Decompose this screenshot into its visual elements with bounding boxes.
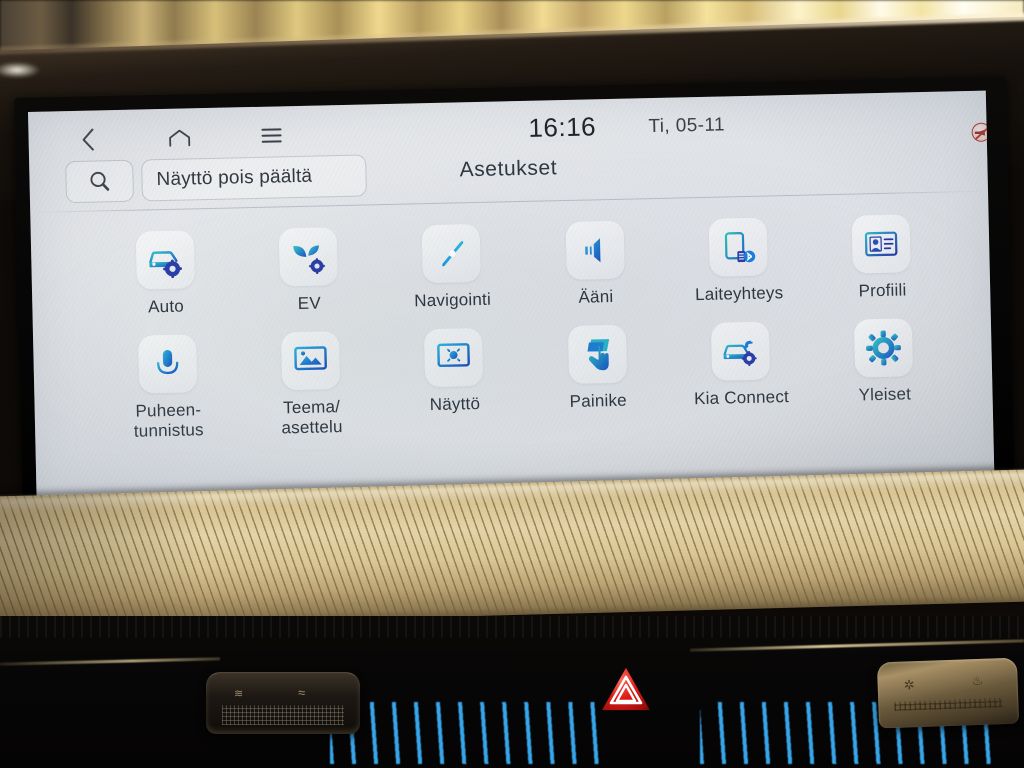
settings-grid: Auto EV Navigointi Ääni Laiteyhteys Prof… bbox=[93, 209, 958, 442]
tile-background bbox=[278, 227, 338, 287]
settings-item-auto[interactable]: Auto bbox=[93, 225, 238, 318]
chevron-left-icon bbox=[82, 128, 94, 151]
tile-background bbox=[567, 324, 627, 385]
settings-item-label: Kia Connect bbox=[693, 387, 790, 409]
home-button[interactable] bbox=[162, 122, 197, 153]
settings-item-ev[interactable]: EV bbox=[236, 222, 381, 315]
settings-item-device-connection[interactable]: Laiteyhteys bbox=[666, 213, 811, 306]
settings-item-label: Navigointi bbox=[414, 289, 492, 311]
tile-background bbox=[421, 223, 482, 284]
speaker-sound-icon bbox=[584, 238, 601, 263]
speaker-icon-left: ≋ bbox=[234, 688, 244, 700]
trim-shadow bbox=[0, 491, 204, 630]
leaf-settings-icon bbox=[293, 245, 325, 274]
ambient-light-left bbox=[330, 702, 600, 764]
settings-item-button[interactable]: Painike bbox=[525, 320, 671, 433]
settings-item-display[interactable]: Näyttö bbox=[382, 323, 528, 436]
glare-reflection bbox=[0, 62, 40, 78]
settings-item-voice-recognition[interactable]: Puheen- tunnistus bbox=[95, 329, 241, 442]
settings-item-label: Ääni bbox=[578, 286, 614, 307]
console-vent-grille bbox=[0, 616, 1024, 638]
settings-item-label: Laiteyhteys bbox=[694, 283, 784, 305]
tile-background bbox=[708, 217, 768, 277]
car-settings-icon bbox=[148, 251, 182, 279]
settings-item-label: EV bbox=[297, 293, 322, 314]
seat-heater-icon-right: ♨ bbox=[971, 672, 984, 689]
settings-item-label: Teema/ asettelu bbox=[281, 397, 343, 438]
settings-item-label: Profiili bbox=[858, 280, 907, 301]
settings-item-navigation[interactable]: Navigointi bbox=[379, 219, 524, 312]
infotainment-photo: 16:16 Ti, 05-11 Näyttö pois päältä Asetu… bbox=[0, 0, 1024, 768]
settings-item-label: Yleiset bbox=[858, 384, 912, 405]
settings-item-label: Auto bbox=[147, 296, 185, 317]
tile-background bbox=[710, 321, 771, 381]
speaker-grille-module: ≋ ≈ bbox=[206, 672, 360, 734]
tile-background bbox=[135, 230, 195, 290]
menu-button[interactable] bbox=[254, 120, 289, 151]
hand-touch-button-icon bbox=[587, 339, 609, 371]
tile-background bbox=[565, 220, 625, 281]
id-card-profile-icon bbox=[865, 231, 898, 257]
tile-background bbox=[851, 214, 912, 274]
monitor-brightness-icon bbox=[437, 343, 471, 373]
date-label: Ti, 05-11 bbox=[648, 114, 726, 138]
speaker-icon-right: ≈ bbox=[298, 685, 306, 700]
settings-item-kia-connect[interactable]: Kia Connect bbox=[668, 317, 814, 430]
settings-item-profile[interactable]: Profiili bbox=[809, 209, 954, 302]
tile-background bbox=[854, 318, 914, 378]
tile-background bbox=[280, 331, 341, 391]
gear-icon bbox=[866, 330, 902, 366]
monitor-image-icon bbox=[294, 346, 327, 377]
settings-item-sound[interactable]: Ääni bbox=[522, 216, 667, 309]
settings-item-label: Painike bbox=[569, 390, 628, 412]
settings-item-label: Puheen- tunnistus bbox=[133, 400, 204, 441]
speaker-perforation bbox=[222, 705, 344, 725]
microphone-icon bbox=[156, 349, 178, 381]
panel-perforation bbox=[894, 698, 1003, 711]
hamburger-menu-icon bbox=[261, 128, 282, 143]
phone-bluetooth-icon bbox=[724, 232, 756, 263]
seat-controls-panel[interactable]: ✲ ♨ bbox=[876, 657, 1020, 729]
settings-item-label: Näyttö bbox=[429, 394, 481, 415]
compass-navigation-icon bbox=[442, 241, 464, 267]
hazard-triangle-icon bbox=[600, 666, 652, 714]
seat-heater-icon-left: ✲ bbox=[903, 677, 915, 693]
settings-item-general[interactable]: Yleiset bbox=[811, 313, 957, 426]
tile-background bbox=[424, 327, 484, 388]
clock: 16:16 bbox=[528, 111, 597, 143]
settings-item-theme-layout[interactable]: Teema/ asettelu bbox=[238, 326, 384, 439]
infotainment-screen[interactable]: 16:16 Ti, 05-11 Näyttö pois päältä Asetu… bbox=[28, 90, 995, 497]
home-icon bbox=[169, 129, 191, 147]
tile-background bbox=[137, 334, 197, 394]
back-button[interactable] bbox=[70, 124, 105, 155]
car-connected-icon bbox=[723, 340, 757, 366]
navigation-buttons bbox=[70, 120, 289, 155]
